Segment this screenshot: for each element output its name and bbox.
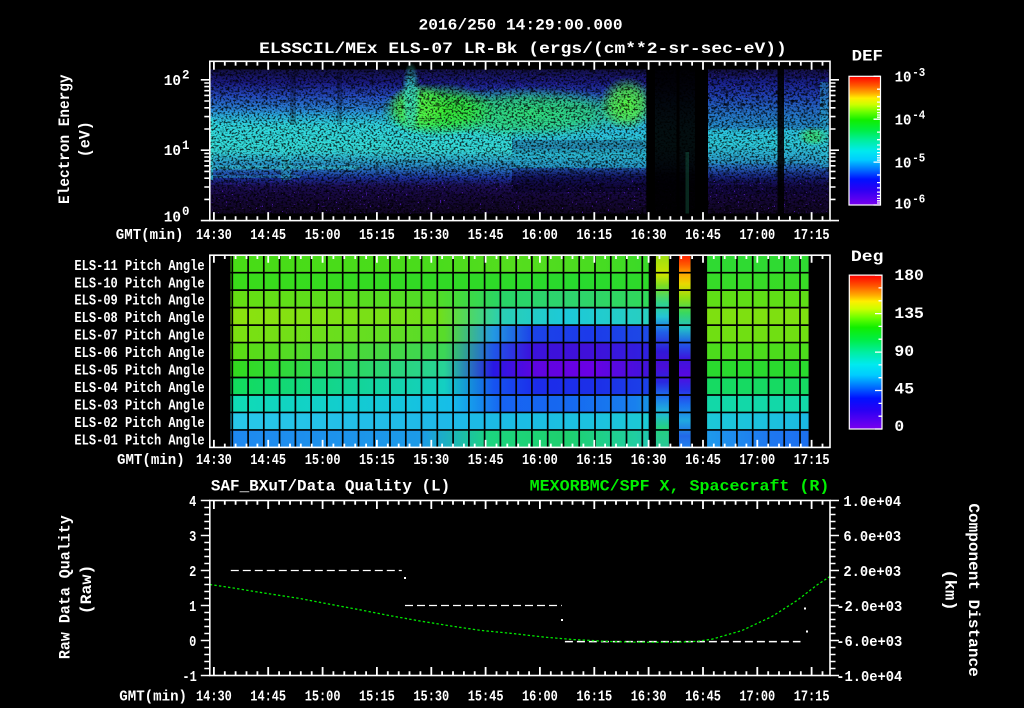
svg-text:17:00: 17:00 [739, 688, 775, 705]
svg-text:10: 10 [164, 209, 181, 226]
svg-text:6.0e+03: 6.0e+03 [843, 529, 901, 546]
svg-text:10: 10 [164, 73, 181, 90]
svg-text:14:45: 14:45 [250, 688, 286, 705]
svg-text:15:30: 15:30 [413, 688, 449, 705]
svg-text:135: 135 [894, 305, 924, 323]
svg-text:15:00: 15:00 [305, 452, 341, 469]
svg-text:16:00: 16:00 [522, 688, 558, 705]
svg-text:1: 1 [182, 138, 190, 153]
svg-text:14:45: 14:45 [250, 452, 286, 469]
svg-text:10: 10 [164, 143, 181, 160]
svg-text:MEXORBMC/SPF X, Spacecraft (R): MEXORBMC/SPF X, Spacecraft (R) [530, 478, 830, 496]
svg-text:15:30: 15:30 [413, 452, 449, 469]
svg-text:4: 4 [189, 494, 196, 511]
svg-text:GMT(min): GMT(min) [119, 688, 187, 705]
svg-text:10: 10 [895, 155, 912, 172]
svg-text:2016/250 14:29:00.000: 2016/250 14:29:00.000 [419, 17, 623, 35]
svg-text:1: 1 [189, 599, 196, 616]
svg-text:17:00: 17:00 [739, 227, 775, 244]
svg-text:0: 0 [894, 418, 904, 436]
svg-text:GMT(min): GMT(min) [116, 227, 184, 244]
svg-text:ELS-04 Pitch Angle: ELS-04 Pitch Angle [74, 380, 204, 397]
svg-text:45: 45 [894, 381, 914, 399]
svg-text:17:15: 17:15 [794, 452, 830, 469]
svg-text:10: 10 [895, 196, 912, 213]
svg-text:ELS-10 Pitch Angle: ELS-10 Pitch Angle [74, 275, 204, 292]
svg-text:ELS-01 Pitch Angle: ELS-01 Pitch Angle [74, 432, 204, 449]
svg-text:-1: -1 [182, 669, 196, 686]
svg-text:16:45: 16:45 [685, 688, 721, 705]
svg-text:17:15: 17:15 [794, 688, 830, 705]
svg-text:-4: -4 [912, 109, 925, 123]
svg-text:-6.0e+03: -6.0e+03 [836, 634, 902, 651]
svg-text:SAF_BXuT/Data Quality (L): SAF_BXuT/Data Quality (L) [211, 478, 450, 496]
svg-text:16:15: 16:15 [576, 227, 612, 244]
svg-text:15:45: 15:45 [468, 452, 504, 469]
svg-text:15:45: 15:45 [468, 227, 504, 244]
svg-text:0: 0 [189, 634, 196, 651]
svg-text:17:00: 17:00 [739, 452, 775, 469]
svg-text:3: 3 [189, 529, 196, 546]
svg-text:16:00: 16:00 [522, 452, 558, 469]
svg-text:180: 180 [894, 267, 924, 285]
svg-text:15:15: 15:15 [359, 452, 395, 469]
svg-text:ELS-07 Pitch Angle: ELS-07 Pitch Angle [74, 328, 204, 345]
svg-text:14:30: 14:30 [196, 452, 232, 469]
svg-text:GMT(min): GMT(min) [117, 452, 185, 469]
svg-text:17:15: 17:15 [794, 227, 830, 244]
svg-text:0: 0 [182, 204, 190, 219]
svg-text:15:15: 15:15 [359, 227, 395, 244]
svg-text:15:45: 15:45 [468, 688, 504, 705]
svg-text:90: 90 [894, 343, 914, 361]
svg-text:14:30: 14:30 [196, 227, 232, 244]
svg-text:DEF: DEF [852, 48, 883, 66]
svg-text:(eV): (eV) [77, 121, 95, 157]
svg-text:-1.0e+04: -1.0e+04 [836, 669, 902, 686]
svg-text:-2.0e+03: -2.0e+03 [836, 599, 902, 616]
svg-text:-3: -3 [912, 66, 925, 80]
svg-text:16:00: 16:00 [522, 227, 558, 244]
svg-text:16:30: 16:30 [631, 227, 667, 244]
svg-text:16:15: 16:15 [576, 452, 612, 469]
svg-text:15:00: 15:00 [305, 227, 341, 244]
svg-text:14:45: 14:45 [250, 227, 286, 244]
svg-text:15:00: 15:00 [305, 688, 341, 705]
svg-text:2.0e+03: 2.0e+03 [843, 564, 901, 581]
svg-text:ELS-11 Pitch Angle: ELS-11 Pitch Angle [74, 258, 204, 275]
svg-text:1.0e+04: 1.0e+04 [843, 494, 901, 511]
svg-text:Deg: Deg [851, 248, 884, 266]
svg-text:15:30: 15:30 [413, 227, 449, 244]
svg-text:10: 10 [895, 113, 912, 130]
svg-text:ELSSCIL/MEx ELS-07 LR-Bk (erg: ELSSCIL/MEx ELS-07 LR-Bk (ergs/(cm**2-sr… [259, 40, 787, 58]
svg-text:16:30: 16:30 [631, 452, 667, 469]
svg-text:ELS-09 Pitch Angle: ELS-09 Pitch Angle [74, 293, 204, 310]
svg-text:-5: -5 [912, 152, 925, 166]
svg-text:15:15: 15:15 [359, 688, 395, 705]
svg-text:Electron Energy: Electron Energy [56, 74, 74, 204]
svg-text:10: 10 [895, 70, 912, 87]
svg-text:(km): (km) [941, 569, 959, 610]
svg-text:2: 2 [189, 564, 196, 581]
svg-text:ELS-06 Pitch Angle: ELS-06 Pitch Angle [74, 345, 204, 362]
svg-text:16:45: 16:45 [685, 452, 721, 469]
svg-text:16:45: 16:45 [685, 227, 721, 244]
svg-text:2: 2 [182, 68, 190, 83]
svg-text:ELS-08 Pitch Angle: ELS-08 Pitch Angle [74, 310, 204, 327]
svg-text:14:30: 14:30 [196, 688, 232, 705]
svg-text:Raw Data Quality: Raw Data Quality [57, 515, 75, 659]
svg-text:-6: -6 [912, 193, 925, 207]
svg-text:Component Distance: Component Distance [964, 503, 982, 676]
svg-text:16:30: 16:30 [631, 688, 667, 705]
svg-text:16:15: 16:15 [576, 688, 612, 705]
svg-text:ELS-03 Pitch Angle: ELS-03 Pitch Angle [74, 398, 204, 415]
svg-text:ELS-05 Pitch Angle: ELS-05 Pitch Angle [74, 363, 204, 380]
svg-text:ELS-02 Pitch Angle: ELS-02 Pitch Angle [74, 415, 204, 432]
svg-text:(Raw): (Raw) [78, 565, 96, 615]
